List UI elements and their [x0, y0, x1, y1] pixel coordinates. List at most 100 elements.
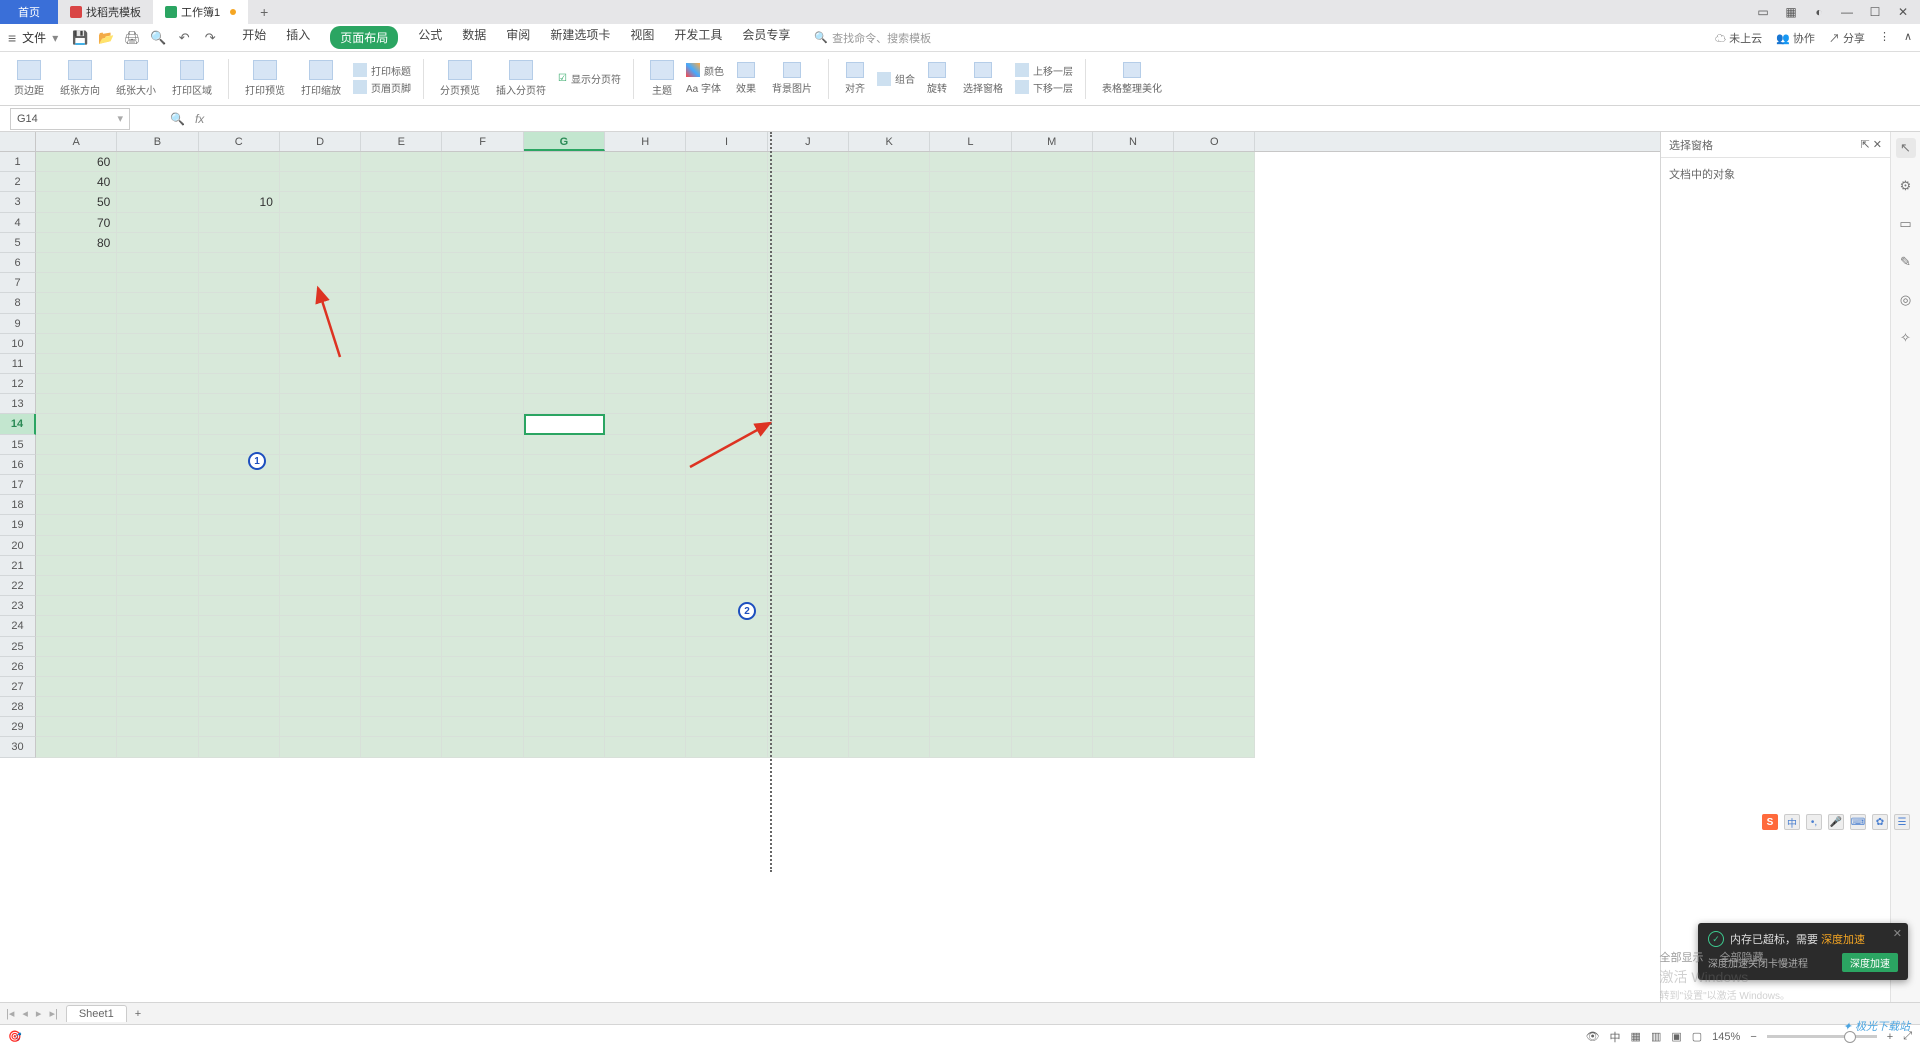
- cell-M3[interactable]: [1012, 192, 1093, 212]
- cell-A21[interactable]: [36, 556, 117, 576]
- cell-J7[interactable]: [768, 273, 849, 293]
- cell-J19[interactable]: [768, 515, 849, 535]
- cell-I24[interactable]: [686, 616, 767, 636]
- cell-E16[interactable]: [361, 455, 442, 475]
- col-header-K[interactable]: K: [849, 132, 930, 151]
- cell-A22[interactable]: [36, 576, 117, 596]
- cell-B26[interactable]: [117, 657, 198, 677]
- cell-G29[interactable]: [524, 717, 605, 737]
- rib-tablebeautify[interactable]: 表格整理美化: [1098, 62, 1166, 95]
- cell-E19[interactable]: [361, 515, 442, 535]
- cell-G27[interactable]: [524, 677, 605, 697]
- col-header-L[interactable]: L: [930, 132, 1011, 151]
- cell-K19[interactable]: [849, 515, 930, 535]
- cell-G30[interactable]: [524, 737, 605, 757]
- cell-B20[interactable]: [117, 536, 198, 556]
- cell-A29[interactable]: [36, 717, 117, 737]
- cell-K30[interactable]: [849, 737, 930, 757]
- cell-G8[interactable]: [524, 293, 605, 313]
- tab-insert[interactable]: 插入: [286, 26, 310, 49]
- cell-C21[interactable]: [199, 556, 280, 576]
- cell-I29[interactable]: [686, 717, 767, 737]
- cell-O7[interactable]: [1174, 273, 1255, 293]
- cell-O18[interactable]: [1174, 495, 1255, 515]
- select-all-corner[interactable]: [0, 132, 36, 151]
- cell-M8[interactable]: [1012, 293, 1093, 313]
- cell-O16[interactable]: [1174, 455, 1255, 475]
- pane-pin-icon[interactable]: ⇱: [1861, 139, 1870, 151]
- cell-A8[interactable]: [36, 293, 117, 313]
- row-header-17[interactable]: 17: [0, 475, 36, 495]
- cell-I21[interactable]: [686, 556, 767, 576]
- cell-H26[interactable]: [605, 657, 686, 677]
- cell-C12[interactable]: [199, 374, 280, 394]
- cell-C27[interactable]: [199, 677, 280, 697]
- cell-A2[interactable]: 40: [36, 172, 117, 192]
- cell-K5[interactable]: [849, 233, 930, 253]
- cell-A27[interactable]: [36, 677, 117, 697]
- ime-punct-icon[interactable]: •,: [1806, 814, 1822, 830]
- cell-F12[interactable]: [442, 374, 523, 394]
- cell-B16[interactable]: [117, 455, 198, 475]
- coop-button[interactable]: 👥 协作: [1776, 30, 1815, 46]
- cell-O20[interactable]: [1174, 536, 1255, 556]
- cell-J23[interactable]: [768, 596, 849, 616]
- cell-A4[interactable]: 70: [36, 213, 117, 233]
- cell-O15[interactable]: [1174, 435, 1255, 455]
- cell-H10[interactable]: [605, 334, 686, 354]
- zoom-out[interactable]: −: [1750, 1031, 1756, 1043]
- cell-F17[interactable]: [442, 475, 523, 495]
- cell-F15[interactable]: [442, 435, 523, 455]
- cell-K25[interactable]: [849, 637, 930, 657]
- rib-selectionpane[interactable]: 选择窗格: [959, 62, 1007, 95]
- side-style-icon[interactable]: ✎: [1896, 252, 1916, 272]
- cell-L29[interactable]: [930, 717, 1011, 737]
- cell-N10[interactable]: [1093, 334, 1174, 354]
- cell-I20[interactable]: [686, 536, 767, 556]
- cell-B9[interactable]: [117, 314, 198, 334]
- cell-C18[interactable]: [199, 495, 280, 515]
- cell-K22[interactable]: [849, 576, 930, 596]
- cell-O22[interactable]: [1174, 576, 1255, 596]
- cell-J6[interactable]: [768, 253, 849, 273]
- cell-N3[interactable]: [1093, 192, 1174, 212]
- cell-L12[interactable]: [930, 374, 1011, 394]
- cell-D12[interactable]: [280, 374, 361, 394]
- ime-toolbar[interactable]: S 中 •, 🎤 ⌨ ✿ ☰: [1762, 814, 1910, 830]
- tab-workbook[interactable]: 工作簿1: [153, 0, 248, 24]
- cell-D29[interactable]: [280, 717, 361, 737]
- cell-A14[interactable]: [36, 414, 117, 434]
- cell-H29[interactable]: [605, 717, 686, 737]
- cell-B14[interactable]: [117, 414, 198, 434]
- cell-B27[interactable]: [117, 677, 198, 697]
- cell-B19[interactable]: [117, 515, 198, 535]
- cell-F2[interactable]: [442, 172, 523, 192]
- cell-G21[interactable]: [524, 556, 605, 576]
- row-header-29[interactable]: 29: [0, 717, 36, 737]
- cell-F20[interactable]: [442, 536, 523, 556]
- cell-K11[interactable]: [849, 354, 930, 374]
- cell-L3[interactable]: [930, 192, 1011, 212]
- tab-newtab[interactable]: 新建选项卡: [550, 26, 610, 49]
- cell-M22[interactable]: [1012, 576, 1093, 596]
- cell-I10[interactable]: [686, 334, 767, 354]
- col-header-J[interactable]: J: [768, 132, 849, 151]
- cell-E12[interactable]: [361, 374, 442, 394]
- cell-I7[interactable]: [686, 273, 767, 293]
- cell-G25[interactable]: [524, 637, 605, 657]
- cell-H15[interactable]: [605, 435, 686, 455]
- row-header-11[interactable]: 11: [0, 354, 36, 374]
- cell-J25[interactable]: [768, 637, 849, 657]
- cell-J13[interactable]: [768, 394, 849, 414]
- cell-G9[interactable]: [524, 314, 605, 334]
- cell-G10[interactable]: [524, 334, 605, 354]
- cell-L28[interactable]: [930, 697, 1011, 717]
- cell-E22[interactable]: [361, 576, 442, 596]
- cell-O12[interactable]: [1174, 374, 1255, 394]
- cell-C19[interactable]: [199, 515, 280, 535]
- more-icon[interactable]: ⋮: [1879, 30, 1890, 46]
- rib-headerfooter[interactable]: 页眉页脚: [353, 80, 411, 95]
- cell-F23[interactable]: [442, 596, 523, 616]
- tab-home[interactable]: 首页: [0, 0, 58, 24]
- layout-icon[interactable]: ▭: [1754, 3, 1772, 21]
